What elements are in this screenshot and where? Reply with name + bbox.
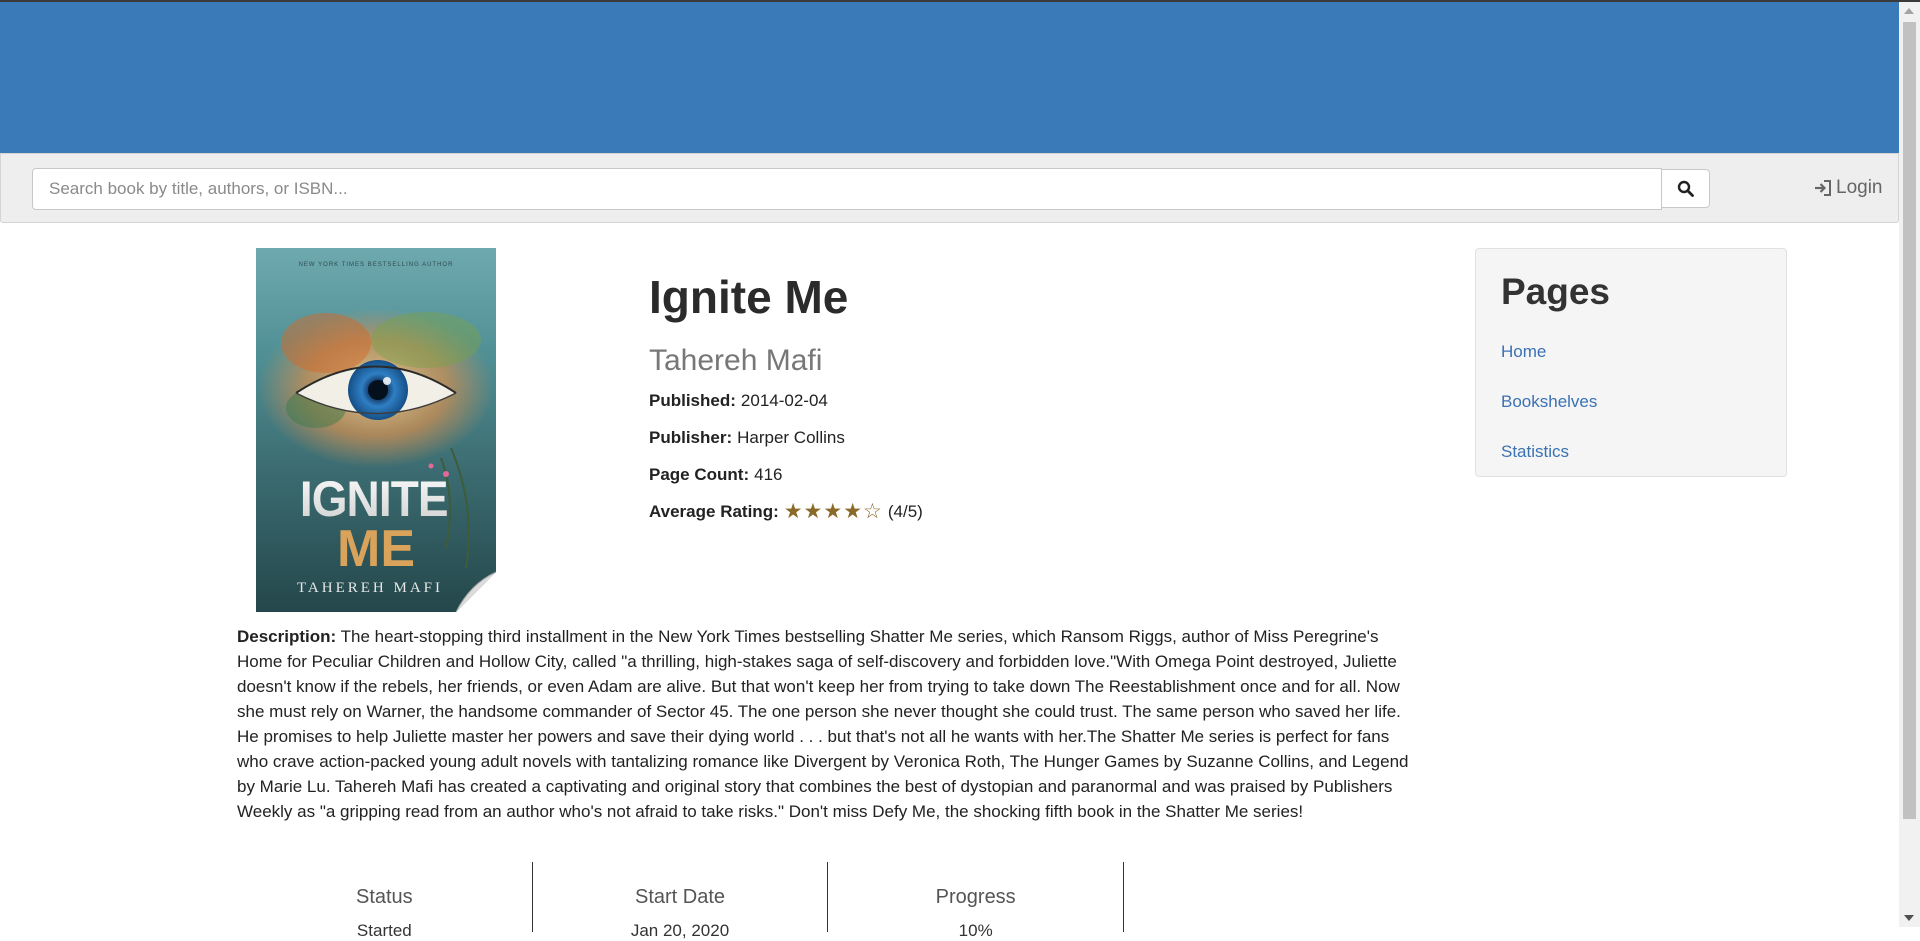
publisher-label: Publisher: [649, 428, 733, 447]
scroll-down-arrow-icon[interactable] [1904, 915, 1914, 921]
search-button[interactable] [1661, 169, 1710, 208]
cover-author: TAHEREH MAFI [297, 580, 443, 596]
cover-title-line2: ME [337, 520, 415, 578]
book-description: Description: The heart-stopping third in… [237, 624, 1420, 824]
rating-row: Average Rating: ★★★★☆ (4/5) [649, 499, 923, 524]
start-date-header: Start Date [634, 886, 726, 908]
rating-stars-icon: ★★★★☆ [783, 500, 883, 523]
progress-header: Progress [935, 886, 1016, 908]
published-label: Published: [649, 391, 736, 410]
description-label: Description: [237, 627, 337, 646]
start-date-column: Start Date Jan 20, 2020 [533, 862, 829, 940]
reading-status-table: Status Started Start Date Jan 20, 2020 P… [237, 862, 1125, 940]
publisher-value: Harper Collins [737, 428, 845, 447]
login-link[interactable]: Login [1814, 173, 1883, 203]
login-label: Login [1836, 177, 1883, 198]
vertical-scrollbar[interactable] [1899, 2, 1920, 927]
search-bar: Login [0, 153, 1899, 223]
start-date-value: Jan 20, 2020 [630, 921, 730, 940]
sidebar-link-bookshelves[interactable]: Bookshelves [1501, 392, 1597, 412]
status-value: Started [356, 921, 412, 940]
page-count-label: Page Count: [649, 465, 750, 484]
rating-label: Average Rating: [649, 501, 779, 521]
publisher-row: Publisher: Harper Collins [649, 428, 845, 448]
description-text: The heart-stopping third installment in … [237, 627, 1409, 821]
search-icon [1677, 180, 1694, 197]
progress-value: 10% [958, 921, 993, 940]
pages-sidebar: Pages Home Bookshelves Statistics [1475, 248, 1787, 477]
search-input[interactable] [32, 168, 1662, 210]
login-icon [1815, 180, 1831, 196]
sidebar-link-home[interactable]: Home [1501, 342, 1546, 362]
published-row: Published: 2014-02-04 [649, 391, 828, 411]
status-column: Status Started [237, 862, 533, 940]
page-count-value: 416 [754, 465, 783, 484]
book-cover-image: NEW YORK TIMES BESTSELLING AUTHOR IGNITE… [256, 248, 496, 612]
scrollbar-thumb[interactable] [1903, 22, 1916, 819]
scroll-up-arrow-icon[interactable] [1904, 8, 1914, 14]
progress-column: Progress 10% [828, 862, 1125, 940]
sidebar-link-statistics[interactable]: Statistics [1501, 442, 1569, 462]
header-banner [0, 2, 1899, 153]
book-title: Ignite Me [649, 271, 849, 323]
page-count-row: Page Count: 416 [649, 465, 782, 485]
cover-top-text: NEW YORK TIMES BESTSELLING AUTHOR [299, 262, 454, 268]
rating-text: (4/5) [887, 501, 923, 521]
status-header: Status [355, 886, 413, 908]
book-author: Tahereh Mafi [649, 344, 823, 377]
pages-title: Pages [1501, 271, 1611, 312]
published-value: 2014-02-04 [740, 391, 828, 410]
